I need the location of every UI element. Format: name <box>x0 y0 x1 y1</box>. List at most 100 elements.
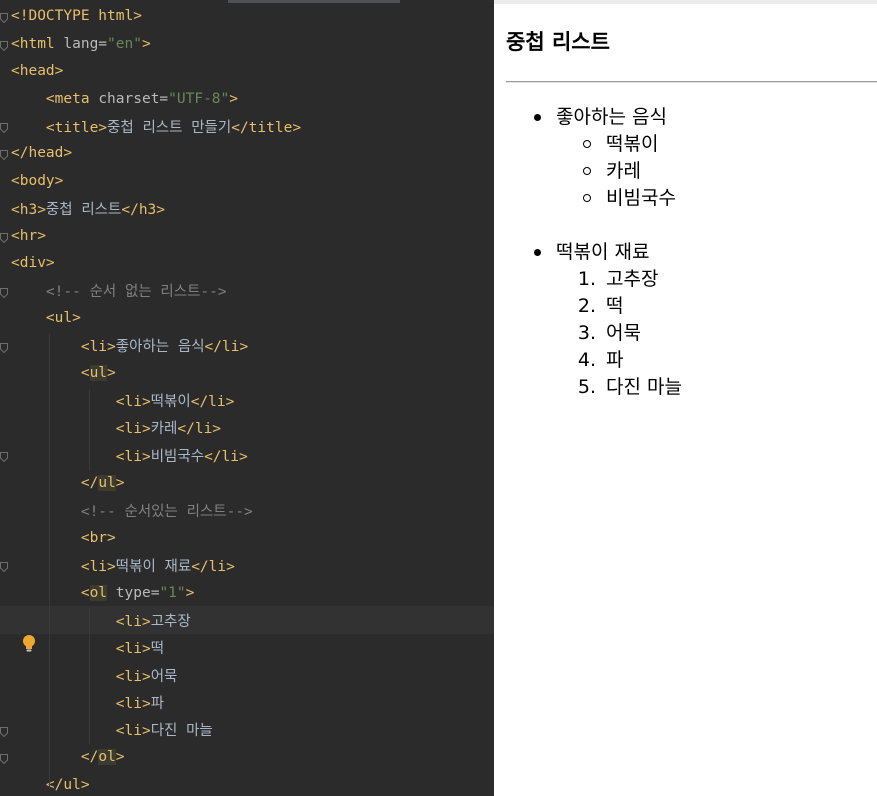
fold-marker-icon[interactable] <box>0 123 8 134</box>
code-text: </ul> <box>11 474 125 491</box>
code-token: 중첩 리스트 <box>45 201 122 218</box>
code-text: <li>다진 마늘 <box>11 719 213 740</box>
code-line[interactable]: <!-- 순서 없는 리스트--> <box>0 277 494 304</box>
fold-marker-icon[interactable] <box>0 754 8 765</box>
code-token: <html <box>11 35 64 52</box>
code-token: charset= <box>98 90 169 107</box>
code-text: <title>중첩 리스트 만들기</title> <box>11 116 301 137</box>
fold-marker-icon[interactable] <box>0 13 8 24</box>
code-token: 중첩 리스트 만들기 <box>107 119 232 136</box>
code-token: ul <box>89 365 108 382</box>
code-token: 비빔국수 <box>150 448 205 465</box>
code-token: <body> <box>11 172 64 189</box>
list-item: 고추장 <box>606 268 659 290</box>
code-token: > <box>229 90 238 107</box>
code-text: <div> <box>11 255 55 271</box>
code-text: <li>떡볶이</li> <box>11 390 235 411</box>
code-line[interactable]: <meta charset="UTF-8"> <box>0 85 494 112</box>
code-line[interactable]: <hr> <box>0 222 494 249</box>
code-line[interactable]: <li>떡볶이</li> <box>0 387 494 414</box>
code-token: <hr> <box>11 227 46 244</box>
code-text: <!-- 순서 없는 리스트--> <box>11 280 227 301</box>
code-line[interactable]: <body> <box>0 167 494 194</box>
code-line[interactable]: </ol> <box>0 744 494 771</box>
fold-marker-icon[interactable] <box>0 287 8 298</box>
code-text: <html lang="en"> <box>11 36 151 52</box>
code-token: <br> <box>11 529 116 546</box>
code-token: <li> <box>11 394 151 411</box>
code-line[interactable]: <head> <box>0 57 494 84</box>
code-line[interactable]: <!DOCTYPE html> <box>0 3 494 30</box>
code-token: </head> <box>11 145 73 162</box>
code-token: 떡볶이 재료 <box>115 558 192 575</box>
code-line[interactable]: <li>카레</li> <box>0 414 494 441</box>
code-line[interactable]: <li>다진 마늘 <box>0 716 494 743</box>
code-line[interactable]: <!-- 순서있는 리스트--> <box>0 497 494 524</box>
lightbulb-icon[interactable] <box>21 634 37 654</box>
fold-marker-icon[interactable] <box>0 562 8 573</box>
code-line[interactable]: <ul> <box>0 359 494 386</box>
code-text: <hr> <box>11 228 46 244</box>
code-line[interactable]: <li>좋아하는 음식</li> <box>0 332 494 359</box>
code-text: <br> <box>11 530 116 546</box>
code-line[interactable]: </ul> <box>0 771 494 796</box>
code-text: <li>좋아하는 음식</li> <box>11 335 248 356</box>
code-editor[interactable]: <!DOCTYPE html> <html lang="en"> <head> <m… <box>0 0 494 796</box>
list-item: 카레 <box>606 160 641 182</box>
code-line[interactable]: <li>떡 <box>0 634 494 661</box>
code-token: < <box>11 584 90 601</box>
list-item: 파 <box>606 349 624 371</box>
code-line[interactable]: <li>파 <box>0 689 494 716</box>
indent-guide <box>49 334 50 789</box>
code-text: <head> <box>11 63 63 79</box>
code-token: "en" <box>107 35 142 52</box>
code-line[interactable]: <br> <box>0 524 494 551</box>
code-line[interactable]: <li>비빔국수</li> <box>0 442 494 469</box>
code-text: <li>비빔국수</li> <box>11 445 248 466</box>
code-token: > <box>107 365 116 382</box>
fold-marker-icon[interactable] <box>0 726 8 737</box>
code-line[interactable]: <title>중첩 리스트 만들기</title> <box>0 112 494 139</box>
circle-bullet <box>583 140 591 148</box>
code-line[interactable]: <html lang="en"> <box>0 30 494 57</box>
code-token: <ul> <box>11 310 81 327</box>
code-text: <li>카레</li> <box>11 417 221 438</box>
code-text: <ul> <box>11 365 116 382</box>
code-text: </ul> <box>11 777 90 793</box>
code-token: <!-- 순서 없는 리스트--> <box>11 284 227 301</box>
code-token: type= <box>107 584 160 601</box>
list-item: 떡 <box>606 295 624 317</box>
fold-marker-icon[interactable] <box>0 452 8 463</box>
code-token: "UTF-8" <box>168 90 230 107</box>
browser-preview: 중첩 리스트 좋아하는 음식 떡볶이 카레 비빔국수 떡볶이 재료 1. 고추장… <box>494 0 877 796</box>
code-token: <li> <box>11 723 151 740</box>
code-token: < <box>11 365 90 382</box>
code-text: <h3>중첩 리스트</h3> <box>11 198 165 219</box>
code-line[interactable]: <h3>중첩 리스트</h3> <box>0 195 494 222</box>
code-line[interactable]: <li>고추장 <box>0 606 494 634</box>
code-token: > <box>185 584 195 601</box>
code-token: "1" <box>159 584 186 601</box>
code-text: </ol> <box>11 749 125 766</box>
code-line[interactable]: <ul> <box>0 304 494 331</box>
code-line[interactable]: <li>어묵 <box>0 661 494 688</box>
list-number: 2. <box>577 295 596 317</box>
code-token: 좋아하는 음식 <box>115 339 205 356</box>
code-line[interactable]: </head> <box>0 140 494 167</box>
fold-marker-icon[interactable] <box>0 40 8 51</box>
list-item: 어묵 <box>606 322 641 344</box>
code-token: lang= <box>63 35 108 52</box>
code-text: <meta charset="UTF-8"> <box>11 91 238 107</box>
list-item: 비빔국수 <box>606 187 676 209</box>
code-line[interactable]: </ul> <box>0 469 494 496</box>
fold-marker-icon[interactable] <box>0 232 8 243</box>
code-line[interactable]: <li>떡볶이 재료</li> <box>0 552 494 579</box>
code-token: ol <box>89 584 108 601</box>
fold-marker-icon[interactable] <box>0 150 8 161</box>
code-line[interactable]: <ol type="1"> <box>0 579 494 606</box>
list-item: 떡볶이 재료 <box>556 241 650 263</box>
code-token: </ <box>11 474 99 491</box>
code-token: <meta <box>11 90 99 107</box>
code-line[interactable]: <div> <box>0 250 494 277</box>
fold-marker-icon[interactable] <box>0 342 8 353</box>
